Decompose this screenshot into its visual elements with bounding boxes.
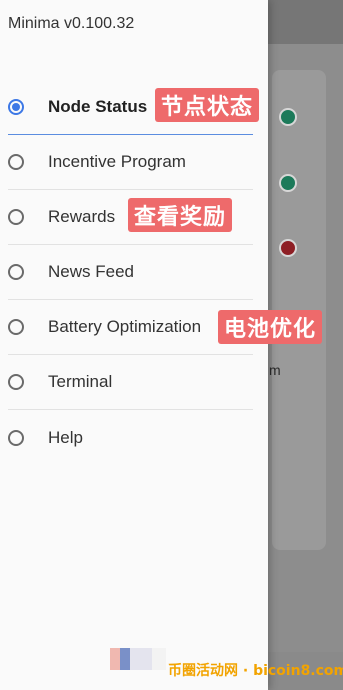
blurred-footer-block xyxy=(130,648,152,670)
radio-unselected-icon[interactable] xyxy=(8,319,24,335)
radio-unselected-icon[interactable] xyxy=(8,429,24,446)
menu-item-battery-optimization[interactable]: Battery Optimization xyxy=(8,300,253,355)
annotation-tag-battery: 电池优化 xyxy=(218,310,323,344)
radio-unselected-icon[interactable] xyxy=(8,264,24,280)
background-app-header xyxy=(268,0,343,44)
annotation-tag-node-status: 节点状态 xyxy=(155,88,260,122)
status-green-indicator-icon xyxy=(279,174,297,192)
annotation-tag-rewards: 查看奖励 xyxy=(128,198,233,232)
blurred-footer-block xyxy=(110,648,120,670)
radio-unselected-icon[interactable] xyxy=(8,374,24,390)
status-green-indicator-icon xyxy=(279,108,297,126)
menu-item-news-feed[interactable]: News Feed xyxy=(8,245,253,300)
menu-item-label: Battery Optimization xyxy=(48,317,202,336)
menu-item-label: Rewards xyxy=(48,207,116,226)
radio-selected-icon[interactable] xyxy=(8,99,24,115)
drawer-menu: Node Status Incentive Program Rewards Ne… xyxy=(0,80,268,465)
status-red-indicator-icon xyxy=(279,239,297,257)
menu-item-help[interactable]: Help xyxy=(8,410,253,465)
blurred-footer-block xyxy=(152,648,166,670)
menu-item-terminal[interactable]: Terminal xyxy=(8,355,253,410)
menu-item-label: Node Status xyxy=(48,97,148,116)
watermark-text: 币圈活动网 · bicoin8.com xyxy=(168,663,343,679)
menu-item-label: Incentive Program xyxy=(48,152,186,171)
app-title: Minima v0.100.32 xyxy=(8,15,135,32)
menu-item-label: News Feed xyxy=(48,262,134,281)
radio-unselected-icon[interactable] xyxy=(8,209,24,225)
radio-unselected-icon[interactable] xyxy=(8,154,24,170)
menu-item-label: Help xyxy=(48,427,83,447)
background-partial-text: m xyxy=(269,362,281,378)
menu-item-incentive-program[interactable]: Incentive Program xyxy=(8,135,253,190)
blurred-footer-block xyxy=(120,648,130,670)
menu-item-label: Terminal xyxy=(48,372,113,391)
